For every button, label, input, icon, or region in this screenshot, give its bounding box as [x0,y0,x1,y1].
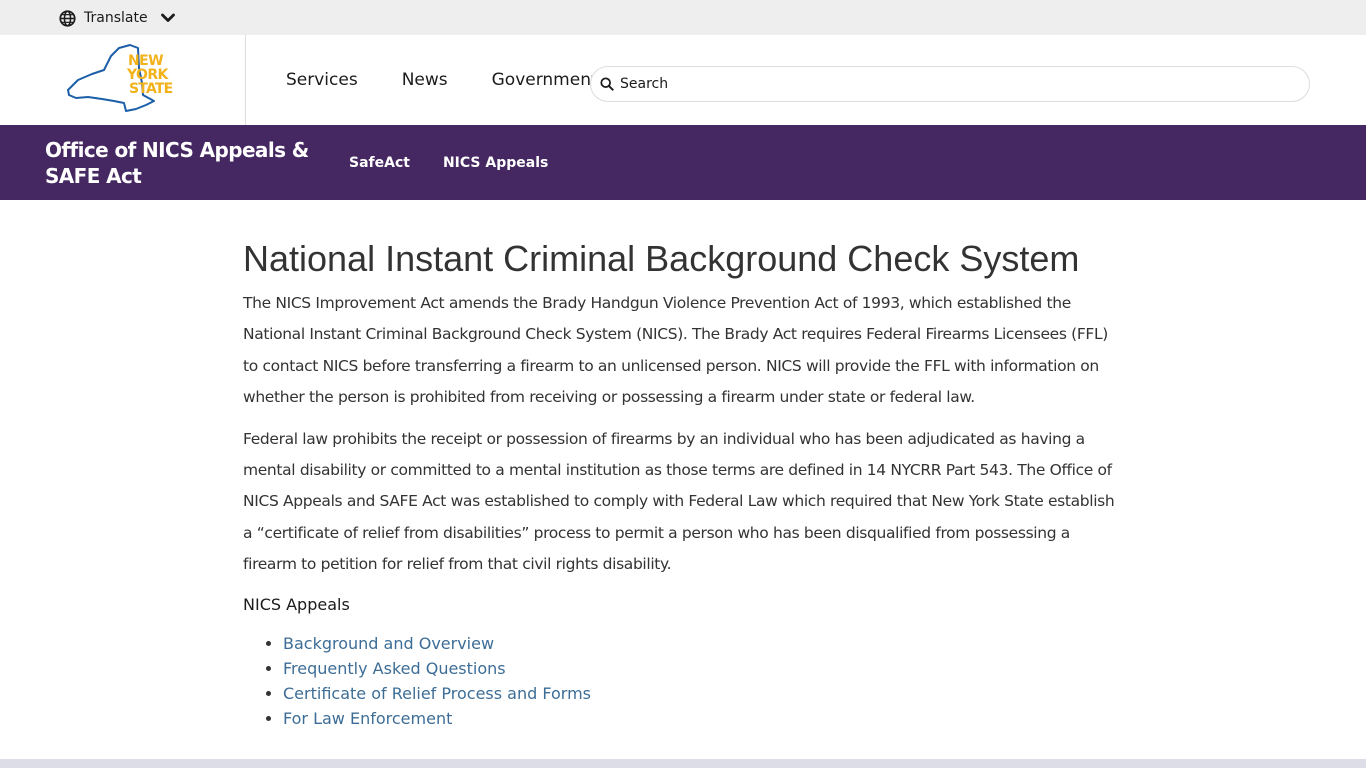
list-item: Frequently Asked Questions [283,656,1123,681]
federal-law-paragraph: Federal law prohibits the receipt or pos… [243,429,1115,574]
agency-bar: Office of NICS Appeals & SAFE Act SafeAc… [0,125,1366,200]
link-certificate-of-relief[interactable]: Certificate of Relief Process and Forms [283,684,591,703]
link-background-overview[interactable]: Background and Overview [283,634,494,653]
logo-divider [245,35,246,125]
search-icon [600,77,614,91]
agency-title[interactable]: Office of NICS Appeals & SAFE Act [45,137,315,189]
list-item: For Law Enforcement [283,706,1123,731]
link-faq[interactable]: Frequently Asked Questions [283,659,506,678]
footer-band [0,759,1366,768]
agency-nav-safeact[interactable]: SafeAct [349,155,410,171]
list-item: Background and Overview [283,631,1123,656]
section-heading-nics-appeals: NICS Appeals [243,594,350,614]
logo-state: STATE [129,81,173,97]
nav-government[interactable]: Government [492,70,592,90]
list-item: Certificate of Relief Process and Forms [283,681,1123,706]
globe-icon [59,9,76,27]
page-title: National Instant Criminal Background Che… [243,238,1080,279]
search-input[interactable] [620,76,1300,92]
translate-label: Translate [84,10,148,26]
nav-news[interactable]: News [402,70,448,90]
main-content: National Instant Criminal Background Che… [243,236,1123,731]
agency-nav-nics-appeals[interactable]: NICS Appeals [443,155,548,171]
nics-appeals-links: Background and Overview Frequently Asked… [243,631,1123,731]
intro-paragraph: The NICS Improvement Act amends the Brad… [243,294,1108,407]
nav-services[interactable]: Services [286,70,358,90]
search-box[interactable] [590,66,1310,102]
translate-bar: Translate [0,0,1366,35]
translate-button[interactable]: Translate [59,8,176,28]
chevron-down-icon [160,13,175,22]
link-law-enforcement[interactable]: For Law Enforcement [283,709,452,728]
global-header: NEW YORK STATE Services News Government [0,35,1366,125]
main-nav: Services News Government [286,35,592,125]
ny-state-logo[interactable]: NEW YORK STATE [66,43,180,113]
agency-nav: SafeAct NICS Appeals [349,125,581,200]
